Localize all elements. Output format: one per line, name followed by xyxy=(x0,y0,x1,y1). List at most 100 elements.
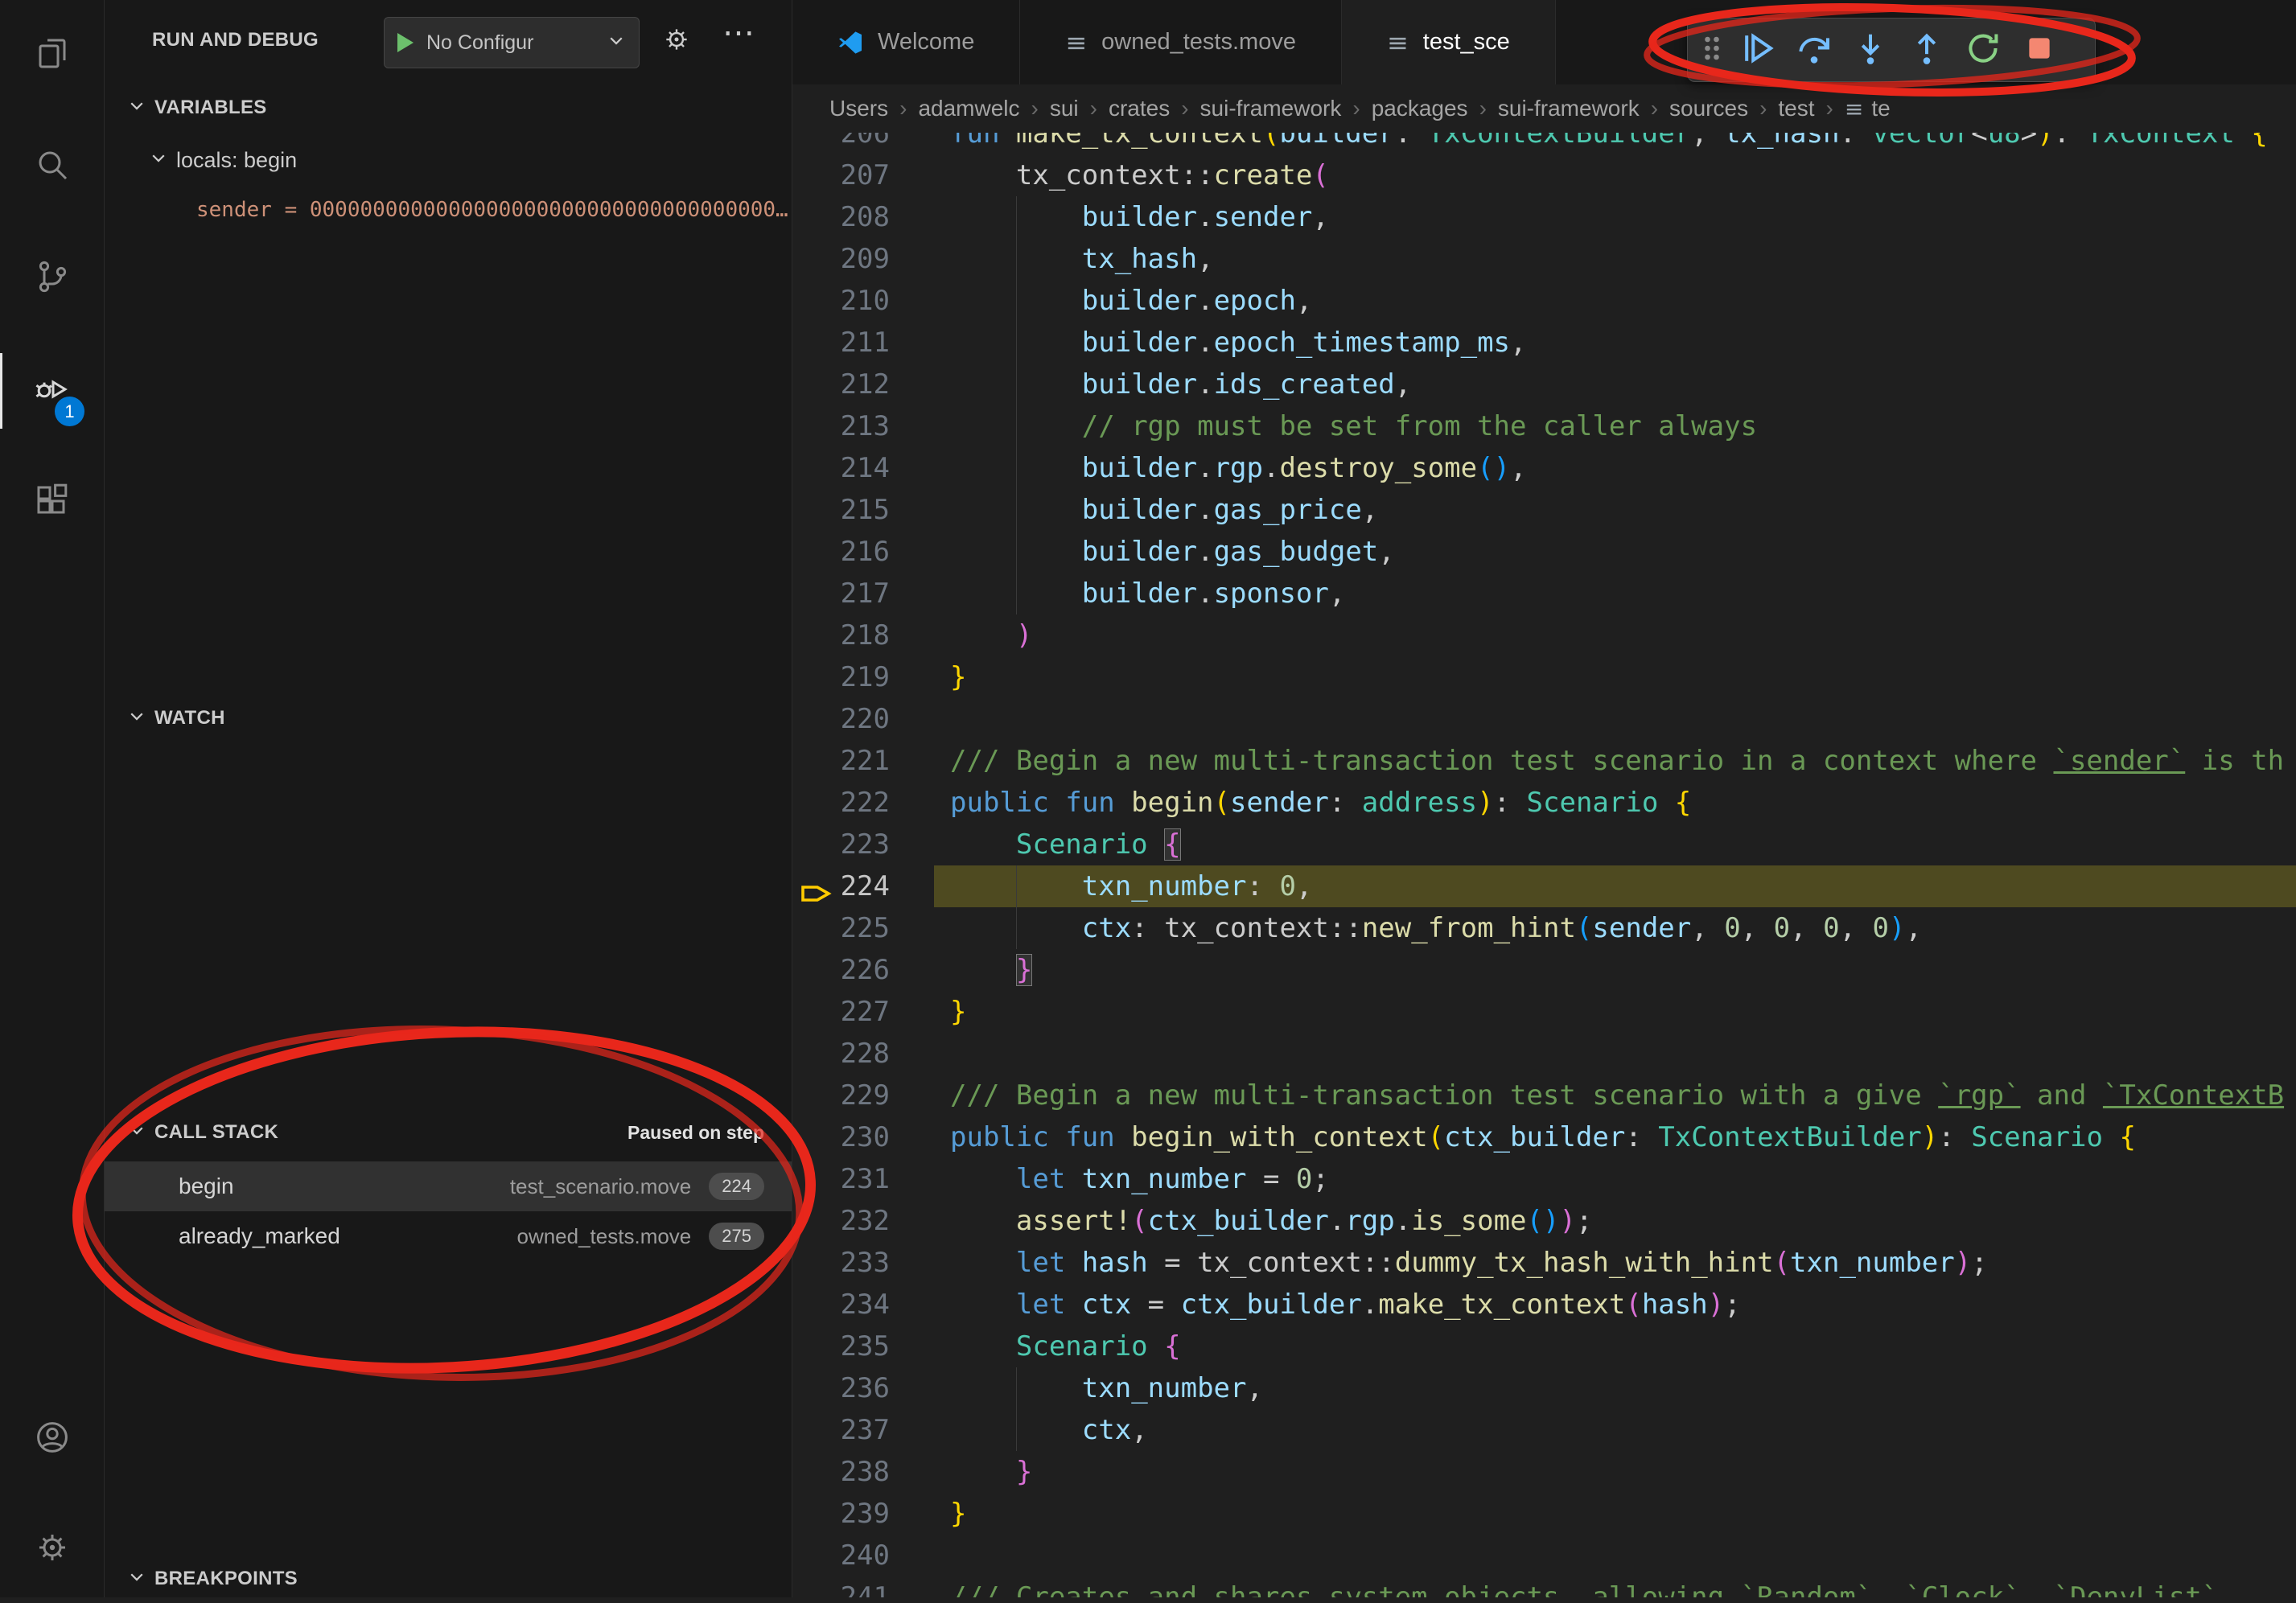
debug-settings-gear-icon[interactable] xyxy=(661,24,692,59)
code-line[interactable]: 234 let ctx = ctx_builder.make_tx_contex… xyxy=(792,1284,2296,1326)
line-number[interactable]: 215 xyxy=(792,489,890,531)
line-number[interactable]: 239 xyxy=(792,1493,890,1535)
line-number[interactable]: 237 xyxy=(792,1409,890,1451)
code-text[interactable]: builder.rgp.destroy_some(), xyxy=(934,447,2296,489)
line-number[interactable]: 241 xyxy=(792,1576,890,1597)
code-text[interactable]: builder.sender, xyxy=(934,196,2296,238)
section-breakpoints[interactable]: BREAKPOINTS xyxy=(105,1555,792,1603)
code-text[interactable]: /// Begin a new multi-transaction test s… xyxy=(934,1075,2296,1116)
line-number[interactable]: 220 xyxy=(792,698,890,740)
breadcrumb-item[interactable]: sui xyxy=(1050,96,1079,121)
code-text[interactable] xyxy=(934,698,2296,740)
code-text[interactable]: builder.gas_budget, xyxy=(934,531,2296,573)
tab-owned-tests-move[interactable]: ≡owned_tests.move xyxy=(1020,0,1342,84)
line-number[interactable]: 238 xyxy=(792,1451,890,1493)
code-line[interactable]: 217 builder.sponsor, xyxy=(792,573,2296,614)
code-line[interactable]: 223 Scenario { xyxy=(792,824,2296,865)
code-text[interactable]: tx_context::create( xyxy=(934,154,2296,196)
code-text[interactable]: txn_number: 0, xyxy=(934,865,2296,907)
variables-scope-row[interactable]: locals: begin xyxy=(105,137,792,183)
code-line[interactable]: 216 builder.gas_budget, xyxy=(792,531,2296,573)
code-text[interactable]: txn_number, xyxy=(934,1367,2296,1409)
code-line[interactable]: 211 builder.epoch_timestamp_ms, xyxy=(792,322,2296,364)
code-line[interactable]: 230public fun begin_with_context(ctx_bui… xyxy=(792,1116,2296,1158)
code-line[interactable]: 213 // rgp must be set from the caller a… xyxy=(792,405,2296,447)
code-text[interactable] xyxy=(934,1535,2296,1576)
line-number[interactable]: 222 xyxy=(792,782,890,824)
step-over-button[interactable] xyxy=(1788,24,1841,76)
tab-welcome[interactable]: Welcome xyxy=(792,0,1020,84)
code-text[interactable]: Scenario { xyxy=(934,1326,2296,1367)
code-text[interactable]: assert!(ctx_builder.rgp.is_some()); xyxy=(934,1200,2296,1242)
code-line[interactable]: 231 let txn_number = 0; xyxy=(792,1158,2296,1200)
line-number[interactable]: 234 xyxy=(792,1284,890,1326)
line-number[interactable]: 240 xyxy=(792,1535,890,1576)
breadcrumb-item[interactable]: crates xyxy=(1109,96,1170,121)
line-number[interactable]: 227 xyxy=(792,991,890,1033)
line-number[interactable]: 217 xyxy=(792,573,890,614)
code-text[interactable]: } xyxy=(934,1493,2296,1535)
activity-bar-run-and-debug[interactable]: 1 xyxy=(0,347,104,435)
line-number[interactable]: 218 xyxy=(792,614,890,656)
breadcrumb-item[interactable]: Users xyxy=(829,96,888,121)
code-text[interactable]: builder.epoch_timestamp_ms, xyxy=(934,322,2296,364)
activity-bar-settings[interactable] xyxy=(0,1505,104,1593)
line-number[interactable]: 231 xyxy=(792,1158,890,1200)
code-line[interactable]: 240 xyxy=(792,1535,2296,1576)
code-text[interactable]: let hash = tx_context::dummy_tx_hash_wit… xyxy=(934,1242,2296,1284)
line-number[interactable]: 216 xyxy=(792,531,890,573)
code-text[interactable]: } xyxy=(934,656,2296,698)
code-text[interactable]: ctx, xyxy=(934,1409,2296,1451)
code-line[interactable]: 233 let hash = tx_context::dummy_tx_hash… xyxy=(792,1242,2296,1284)
code-line[interactable]: 227} xyxy=(792,991,2296,1033)
breadcrumb-item[interactable]: sui-framework xyxy=(1498,96,1640,121)
activity-bar-extensions[interactable] xyxy=(0,458,104,546)
line-number[interactable]: 209 xyxy=(792,238,890,280)
line-number[interactable]: 223 xyxy=(792,824,890,865)
step-out-button[interactable] xyxy=(1900,24,1953,76)
code-line[interactable]: 208 builder.sender, xyxy=(792,196,2296,238)
start-debugging-icon[interactable] xyxy=(397,33,414,52)
breadcrumb-item[interactable]: adamwelc xyxy=(918,96,1019,121)
code-line[interactable]: 237 ctx, xyxy=(792,1409,2296,1451)
code-text[interactable]: } xyxy=(934,1451,2296,1493)
line-number[interactable]: 214 xyxy=(792,447,890,489)
line-number[interactable]: 208 xyxy=(792,196,890,238)
stop-button[interactable] xyxy=(2013,24,2066,76)
section-call-stack[interactable]: CALL STACK Paused on step xyxy=(105,1108,792,1157)
debug-config-dropdown[interactable]: No Configur xyxy=(384,17,640,68)
code-line[interactable]: 207 tx_context::create( xyxy=(792,154,2296,196)
toolbar-drag-handle[interactable] xyxy=(1696,24,1728,76)
call-stack-frame[interactable]: already_markedowned_tests.move275 xyxy=(105,1211,792,1261)
code-line[interactable]: 209 tx_hash, xyxy=(792,238,2296,280)
breadcrumb[interactable]: Users›adamwelc›sui›crates›sui-framework›… xyxy=(792,84,2296,133)
code-line[interactable]: 219} xyxy=(792,656,2296,698)
code-line[interactable]: 228 xyxy=(792,1033,2296,1075)
line-number[interactable]: 229 xyxy=(792,1075,890,1116)
code-text[interactable]: public fun begin_with_context(ctx_builde… xyxy=(934,1116,2296,1158)
activity-bar-explorer[interactable] xyxy=(0,11,104,100)
line-number[interactable]: 226 xyxy=(792,949,890,991)
more-actions-icon[interactable]: ⋯ xyxy=(722,14,755,51)
code-line[interactable]: 210 builder.epoch, xyxy=(792,280,2296,322)
continue-button[interactable] xyxy=(1731,24,1784,76)
tab-test-sce[interactable]: ≡test_sce xyxy=(1342,0,1556,84)
code-text[interactable]: // rgp must be set from the caller alway… xyxy=(934,405,2296,447)
code-line[interactable]: 229 /// Begin a new multi-transaction tes… xyxy=(792,1075,2296,1116)
call-stack-frame[interactable]: begintest_scenario.move224 xyxy=(105,1161,792,1211)
code-line[interactable]: 232 assert!(ctx_builder.rgp.is_some()); xyxy=(792,1200,2296,1242)
code-line[interactable]: 239} xyxy=(792,1493,2296,1535)
section-variables[interactable]: VARIABLES xyxy=(105,84,792,132)
code-text[interactable]: } xyxy=(934,949,2296,991)
code-text[interactable]: ctx: tx_context::new_from_hint(sender, 0… xyxy=(934,907,2296,949)
code-text[interactable]: /// Creates and shares system objects, a… xyxy=(934,1576,2296,1597)
code-text[interactable]: public fun begin(sender: address): Scena… xyxy=(934,782,2296,824)
line-number[interactable]: 235 xyxy=(792,1326,890,1367)
code-text[interactable]: builder.ids_created, xyxy=(934,364,2296,405)
code-text[interactable]: ) xyxy=(934,614,2296,656)
code-line[interactable]: 238 } xyxy=(792,1451,2296,1493)
code-line[interactable]: 235 Scenario { xyxy=(792,1326,2296,1367)
code-line[interactable]: 215 builder.gas_price, xyxy=(792,489,2296,531)
code-line[interactable]: 225 ctx: tx_context::new_from_hint(sende… xyxy=(792,907,2296,949)
line-number[interactable]: 232 xyxy=(792,1200,890,1242)
